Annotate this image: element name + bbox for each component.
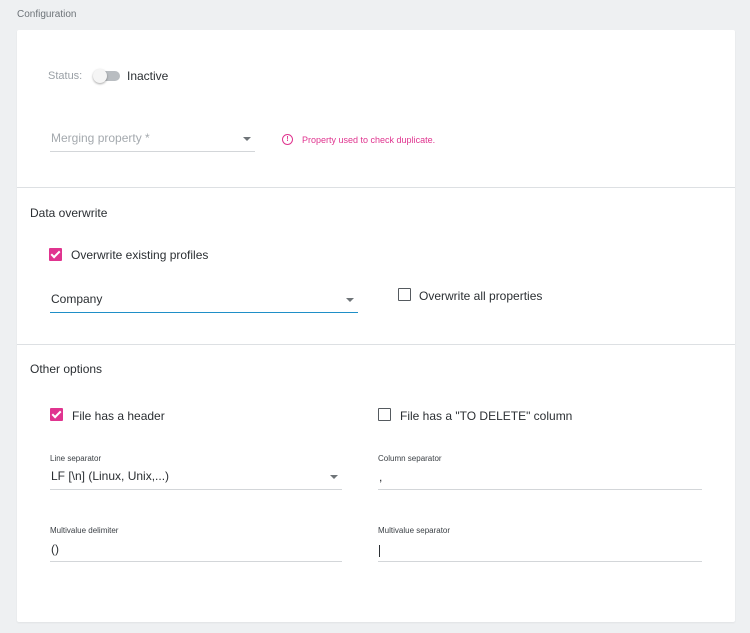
line-separator-select[interactable]: LF [\n] (Linux, Unix,...) (50, 466, 342, 490)
to-delete-label: File has a "TO DELETE" column (400, 409, 573, 423)
status-label: Status: (48, 70, 83, 82)
chevron-down-icon (330, 475, 338, 479)
merging-hint-text: Property used to check duplicate. (302, 134, 436, 145)
status-value: Inactive (127, 69, 169, 83)
chevron-down-icon (346, 298, 354, 302)
section-divider (17, 344, 735, 345)
merging-property-select[interactable]: Merging property * (50, 128, 255, 152)
data-overwrite-title: Data overwrite (30, 206, 108, 220)
column-separator-label: Column separator (378, 454, 442, 463)
other-options-title: Other options (30, 362, 103, 376)
merging-hint: ! Property used to check duplicate. (282, 134, 435, 145)
status-toggle[interactable] (93, 69, 120, 83)
multivalue-separator-input[interactable] (378, 538, 702, 562)
overwrite-existing-label: Overwrite existing profiles (71, 248, 209, 262)
section-divider (17, 187, 735, 188)
has-header-checkbox[interactable] (50, 408, 63, 421)
line-separator-label: Line separator (50, 454, 102, 463)
company-select[interactable]: Company (50, 289, 358, 313)
merging-property-placeholder: Merging property * (51, 131, 150, 145)
multivalue-delimiter-label: Multivalue delimiter (50, 526, 119, 535)
to-delete-checkbox[interactable] (378, 408, 391, 421)
text-cursor (379, 545, 380, 557)
chevron-down-icon (243, 137, 251, 141)
info-circle-icon: ! (282, 134, 293, 145)
overwrite-all-label: Overwrite all properties (419, 289, 543, 303)
overwrite-all-checkbox[interactable] (398, 288, 411, 301)
has-header-label: File has a header (72, 409, 165, 423)
toggle-knob (93, 69, 107, 83)
multivalue-delimiter-input[interactable]: () (50, 538, 342, 562)
column-separator-value: , (379, 470, 383, 484)
column-separator-input[interactable]: , (378, 466, 702, 490)
company-select-value: Company (51, 292, 103, 306)
configuration-card: Status: Inactive Merging property * ! Pr… (17, 30, 735, 622)
multivalue-delimiter-value: () (51, 542, 59, 556)
page-title: Configuration (17, 9, 77, 20)
multivalue-separator-label: Multivalue separator (378, 526, 451, 535)
line-separator-value: LF [\n] (Linux, Unix,...) (51, 469, 170, 483)
overwrite-existing-checkbox[interactable] (49, 248, 62, 261)
